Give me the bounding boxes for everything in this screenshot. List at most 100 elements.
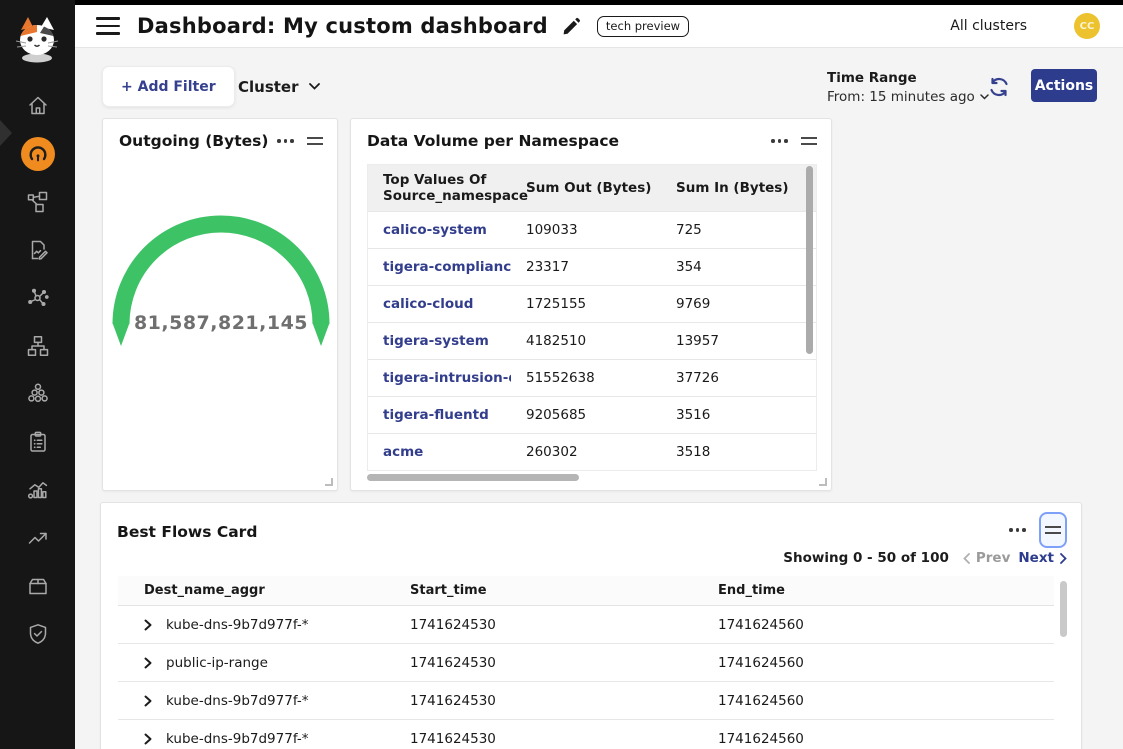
trend-arrow-icon[interactable] [0, 521, 75, 555]
card-menu-icon[interactable] [1009, 524, 1026, 536]
actions-button[interactable]: Actions [1031, 69, 1097, 102]
card-resize-handle[interactable] [819, 478, 827, 486]
end-time-value: 1741624560 [718, 617, 1054, 633]
service-graph-icon[interactable] [0, 281, 75, 315]
card-drag-handle-icon[interactable] [307, 134, 323, 148]
card-drag-handle-icon[interactable] [801, 134, 817, 148]
dest-name-value: public-ip-range [166, 655, 268, 671]
data-volume-card: Data Volume per Namespace Top Values Of … [350, 118, 832, 491]
namespace-link[interactable]: tigera-intrusion-d… [368, 370, 511, 386]
table-row[interactable]: public-ip-range 1741624530 1741624560 [118, 644, 1054, 682]
pagination: Showing 0 - 50 of 100 Prev Next [783, 550, 1067, 566]
namespace-link[interactable]: tigera-compliance [368, 259, 511, 275]
vertical-scrollbar[interactable] [806, 166, 813, 354]
document-edit-icon[interactable] [0, 233, 75, 267]
expand-chevron-icon[interactable] [144, 657, 152, 669]
card-title: Data Volume per Namespace [367, 132, 619, 150]
end-time-value: 1741624560 [718, 731, 1054, 747]
dashboard-gauge-icon[interactable] [0, 137, 75, 171]
card-drag-handle-focused[interactable] [1039, 512, 1067, 548]
table-row: tigera-intrusion-d… 51552638 37726 [368, 359, 816, 396]
table-row: acme 260302 3518 [368, 433, 816, 470]
column-header[interactable]: End_time [718, 583, 1054, 598]
sum-out-value: 23317 [511, 259, 661, 275]
table-row[interactable]: kube-dns-9b7d977f-* 1741624530 174162456… [118, 720, 1054, 749]
table-row: tigera-compliance 23317 354 [368, 248, 816, 285]
namespace-link[interactable]: calico-system [368, 222, 511, 238]
package-icon[interactable] [0, 569, 75, 603]
column-header[interactable]: Start_time [410, 583, 718, 598]
namespace-link[interactable]: acme [368, 444, 511, 460]
sum-in-value: 3516 [661, 407, 816, 423]
sum-out-value: 109033 [511, 222, 661, 238]
namespace-link[interactable]: tigera-fluentd [368, 407, 511, 423]
sum-in-value: 37726 [661, 370, 816, 386]
sum-out-value: 260302 [511, 444, 661, 460]
table-row: calico-cloud 1725155 9769 [368, 285, 816, 322]
start-time-value: 1741624530 [410, 693, 718, 709]
chevron-down-icon [309, 83, 320, 90]
calico-logo[interactable] [14, 14, 60, 64]
chevron-right-icon [1060, 553, 1067, 564]
card-menu-icon[interactable] [277, 135, 294, 147]
clipboard-list-icon[interactable] [0, 425, 75, 459]
shield-check-icon[interactable] [0, 617, 75, 651]
page-title: Dashboard: My custom dashboard [137, 14, 548, 38]
cluster-dropdown-label: Cluster [238, 78, 299, 96]
table-header-row: Dest_name_aggr Start_time End_time [118, 576, 1054, 606]
dest-name-value: kube-dns-9b7d977f-* [166, 693, 308, 709]
vertical-scrollbar[interactable] [1060, 581, 1067, 637]
sum-in-value: 354 [661, 259, 816, 275]
dest-name-value: kube-dns-9b7d977f-* [166, 617, 308, 633]
card-title: Best Flows Card [117, 523, 257, 541]
sum-in-value: 9769 [661, 296, 816, 312]
column-header[interactable]: Dest_name_aggr [118, 583, 410, 598]
prev-button[interactable]: Prev [963, 550, 1011, 566]
column-header[interactable]: Sum Out (Bytes) [511, 174, 661, 202]
time-range-label: Time Range [827, 70, 989, 86]
column-header[interactable]: Sum In (Bytes) [661, 174, 816, 202]
cluster-dropdown[interactable]: Cluster [238, 66, 320, 107]
sitemap-icon[interactable] [0, 329, 75, 363]
namespace-link[interactable]: tigera-system [368, 333, 511, 349]
user-avatar[interactable]: CC [1074, 13, 1100, 39]
time-range-value[interactable]: From: 15 minutes ago [827, 89, 989, 105]
outgoing-bytes-card: Outgoing (Bytes) 81,587,821,145 [102, 118, 338, 491]
card-title: Outgoing (Bytes) [119, 132, 268, 150]
hamburger-menu-icon[interactable] [96, 17, 120, 35]
table-row: calico-system 109033 725 [368, 211, 816, 248]
start-time-value: 1741624530 [410, 617, 718, 633]
sum-in-value: 3518 [661, 444, 816, 460]
home-icon[interactable] [0, 89, 75, 123]
sum-in-value: 725 [661, 222, 816, 238]
network-topology-icon[interactable] [0, 185, 75, 219]
card-resize-handle[interactable] [325, 478, 333, 486]
edit-pencil-icon[interactable] [562, 17, 581, 36]
end-time-value: 1741624560 [718, 655, 1054, 671]
expand-chevron-icon[interactable] [144, 695, 152, 707]
sum-out-value: 51552638 [511, 370, 661, 386]
expand-chevron-icon[interactable] [144, 733, 152, 745]
start-time-value: 1741624530 [410, 731, 718, 747]
add-filter-button[interactable]: + Add Filter [102, 66, 235, 107]
end-time-value: 1741624560 [718, 693, 1054, 709]
column-header[interactable]: Top Values Of Source_namespace [368, 166, 511, 210]
next-button[interactable]: Next [1018, 550, 1067, 566]
horizontal-scrollbar[interactable] [367, 474, 579, 481]
sum-in-value: 13957 [661, 333, 816, 349]
best-flows-card: Best Flows Card Showing 0 - 50 of 100 Pr… [100, 502, 1082, 749]
cluster-circles-icon[interactable] [0, 377, 75, 411]
refresh-icon[interactable] [987, 75, 1011, 99]
expand-chevron-icon[interactable] [144, 619, 152, 631]
app-header: Dashboard: My custom dashboard tech prev… [75, 5, 1123, 48]
time-range-control: Time Range From: 15 minutes ago [827, 70, 989, 105]
start-time-value: 1741624530 [410, 655, 718, 671]
all-clusters-selector[interactable]: All clusters [950, 18, 1027, 34]
stats-chart-icon[interactable] [0, 473, 75, 507]
table-row[interactable]: kube-dns-9b7d977f-* 1741624530 174162456… [118, 606, 1054, 644]
tech-preview-badge: tech preview [597, 16, 689, 37]
sidebar [0, 0, 75, 749]
card-menu-icon[interactable] [771, 135, 788, 147]
table-row[interactable]: kube-dns-9b7d977f-* 1741624530 174162456… [118, 682, 1054, 720]
namespace-link[interactable]: calico-cloud [368, 296, 511, 312]
